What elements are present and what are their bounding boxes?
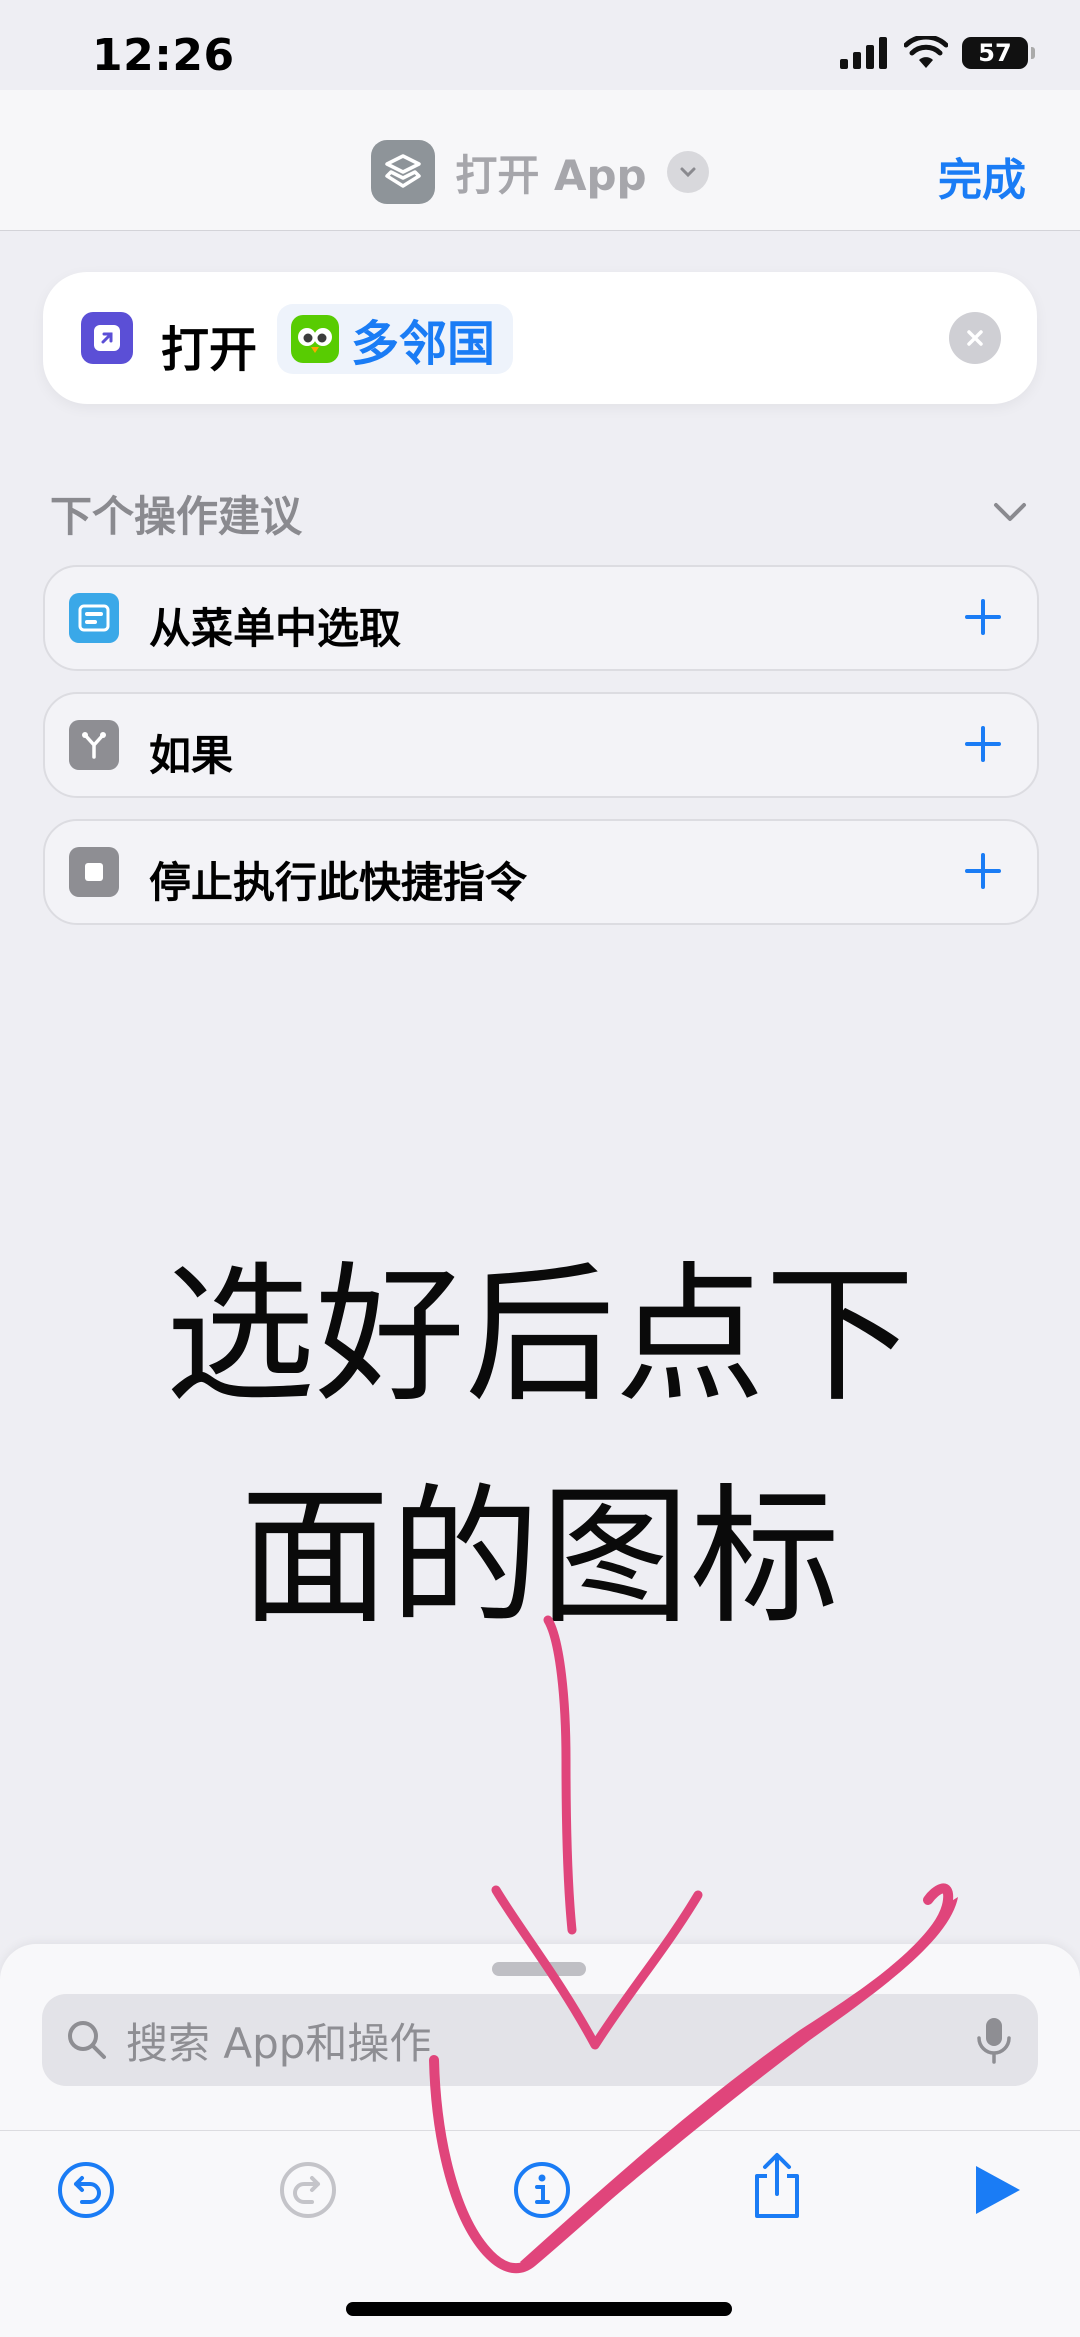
wifi-icon [904, 36, 948, 68]
suggestion-label: 停止执行此快捷指令 [149, 858, 528, 907]
sheet-grabber[interactable] [492, 1962, 586, 1976]
app-name: 多邻国 [351, 316, 496, 372]
suggestion-label: 如果 [149, 731, 234, 780]
shortcut-app-icon [371, 140, 436, 204]
battery-level: 57 [978, 39, 1012, 67]
cellular-signal-icon [840, 37, 887, 69]
undo-button[interactable] [54, 2158, 118, 2222]
suggestions-heading: 下个操作建议 [50, 492, 303, 541]
nav-title: 打开 App [455, 150, 647, 200]
suggestion-label: 从菜单中选取 [149, 604, 402, 653]
chevron-down-icon[interactable] [666, 151, 709, 193]
open-app-action-card[interactable]: 打开 多邻国 [43, 272, 1037, 404]
suggestion-row-stop-shortcut[interactable]: 停止执行此快捷指令 [43, 819, 1039, 925]
add-icon[interactable] [955, 716, 1011, 772]
duolingo-icon [291, 315, 339, 363]
nav-title-group[interactable]: 打开 App [0, 140, 1080, 204]
home-indicator [346, 2302, 732, 2316]
open-app-icon [81, 312, 133, 364]
menu-list-icon [69, 593, 119, 643]
collapse-chevron-icon[interactable] [988, 490, 1032, 534]
battery-icon: 57 [962, 37, 1035, 69]
microphone-icon[interactable] [974, 2016, 1014, 2064]
add-icon[interactable] [955, 843, 1011, 899]
search-input[interactable]: 搜索 App和操作 [126, 2010, 974, 2071]
suggestion-row-choose-from-menu[interactable]: 从菜单中选取 [43, 565, 1039, 671]
add-icon[interactable] [955, 589, 1011, 645]
branch-icon [69, 720, 119, 770]
status-icons: 57 [840, 36, 1035, 70]
run-play-button[interactable] [966, 2160, 1026, 2220]
clear-icon[interactable] [949, 312, 1001, 364]
caption-line-2: 面的图标 [239, 1471, 840, 1645]
info-button[interactable] [510, 2158, 574, 2222]
done-button[interactable]: 完成 [938, 144, 1026, 208]
search-icon [68, 2021, 106, 2059]
redo-button[interactable] [276, 2158, 340, 2222]
toolbar-divider [0, 2130, 1080, 2131]
search-bar[interactable]: 搜索 App和操作 [42, 1994, 1038, 2086]
status-time: 12:26 [92, 30, 235, 81]
suggestion-row-if[interactable]: 如果 [43, 692, 1039, 798]
app-parameter-pill[interactable]: 多邻国 [277, 304, 514, 374]
action-verb: 打开 [161, 322, 258, 378]
action-search-sheet: 搜索 App和操作 [0, 1944, 1080, 2337]
caption-line-1: 选好后点下 [164, 1249, 915, 1423]
stop-icon [69, 847, 119, 897]
share-button[interactable] [745, 2150, 809, 2222]
overlay-caption: 选好后点下 面的图标 [0, 1225, 1080, 1669]
